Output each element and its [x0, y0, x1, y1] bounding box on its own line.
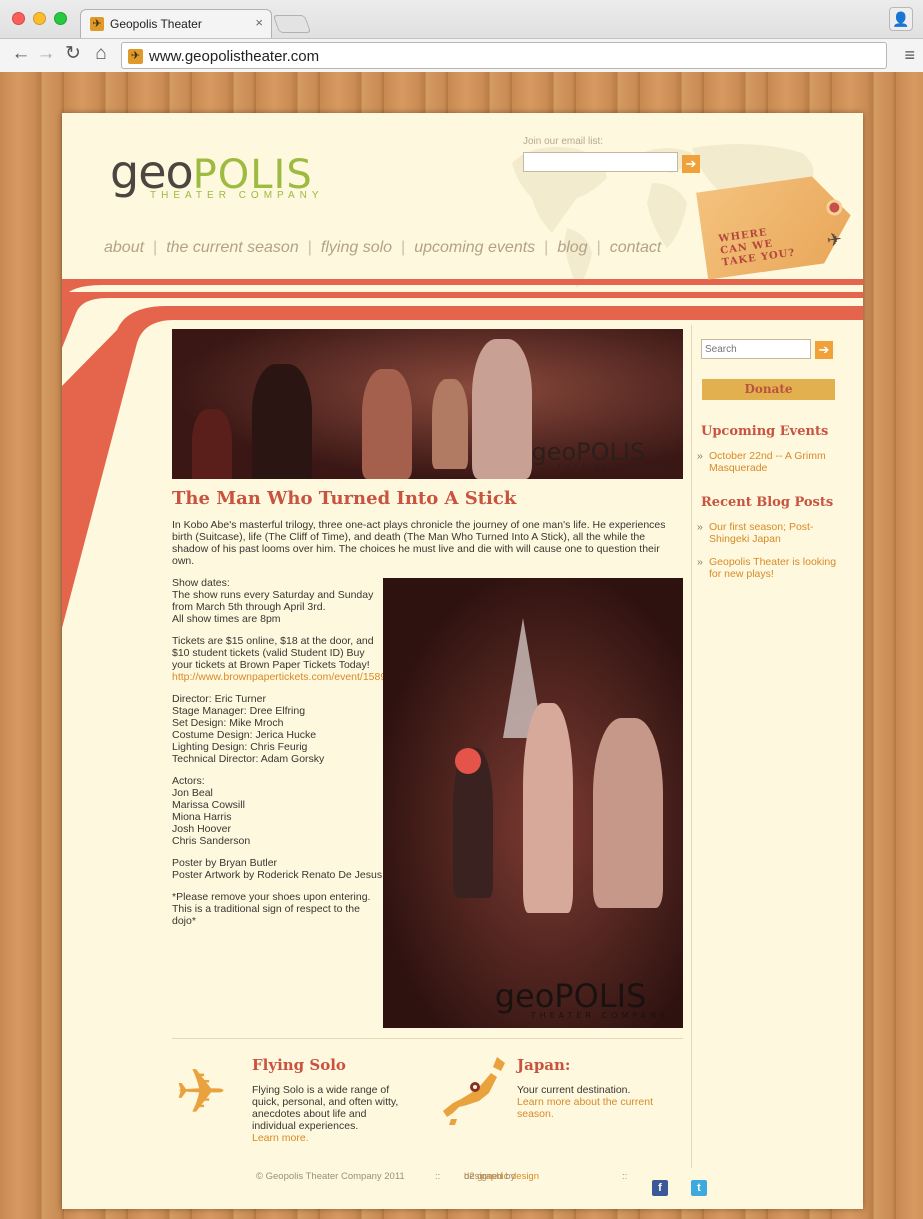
show-dates: Show dates: The show runs every Saturday…	[172, 577, 374, 625]
upcoming-events-heading: Upcoming Events	[701, 424, 829, 439]
nav-item-about[interactable]: about	[104, 239, 144, 257]
japan-map-icon	[443, 1057, 505, 1125]
back-icon[interactable]: ←	[10, 43, 32, 65]
tab-close-icon[interactable]: ×	[255, 15, 263, 30]
zoom-window-button[interactable]	[54, 12, 67, 25]
show-poster-photo: geoPOLIS THEATER COMPANY	[383, 578, 683, 1028]
email-submit-button[interactable]: ➔	[682, 155, 700, 173]
page-container: geoPOLIS THEATER COMPANY Join our email …	[62, 113, 863, 1209]
new-tab-button[interactable]	[272, 15, 312, 33]
poster-credits: Poster by Bryan Butler Poster Artwork by…	[172, 857, 383, 881]
recent-blog-posts-heading: Recent Blog Posts	[701, 495, 834, 510]
nav-separator: |	[596, 239, 601, 256]
designed-by-text: designed by b2 graphic design	[464, 1171, 539, 1182]
japan-title[interactable]: Japan:	[517, 1056, 570, 1074]
browser-tab[interactable]: ✈ Geopolis Theater ×	[80, 9, 272, 38]
crew-list: Director: Eric Turner Stage Manager: Dre…	[172, 693, 325, 765]
reload-icon[interactable]: ↻	[62, 43, 84, 65]
twitter-icon[interactable]: t	[691, 1180, 707, 1196]
nav-separator: |	[153, 239, 158, 256]
forward-icon[interactable]: →	[35, 43, 57, 65]
poster-watermark: geoPOLIS THEATER COMPANY	[494, 977, 669, 1020]
actors-list: Actors: Jon Beal Marissa Cowsill Miona H…	[172, 775, 251, 847]
donate-button[interactable]: Donate	[702, 379, 835, 400]
where-can-we-take-you-tag[interactable]: WHERE CAN WE TAKE YOU? ✈	[695, 160, 863, 299]
nav-separator: |	[401, 239, 406, 256]
flying-solo-title[interactable]: Flying Solo	[252, 1056, 346, 1074]
minimize-window-button[interactable]	[33, 12, 46, 25]
copyright-text: © Geopolis Theater Company 2011	[256, 1171, 405, 1182]
url-text[interactable]: www.geopolistheater.com	[149, 48, 319, 65]
ticket-info: Tickets are $15 online, $18 at the door,…	[172, 635, 398, 683]
hero-photo: geoPOLIS THEATER COMPANY	[172, 329, 683, 479]
nav-separator: |	[307, 239, 312, 256]
flying-solo-text: Flying Solo is a wide range of quick, pe…	[252, 1084, 412, 1144]
shoes-note: *Please remove your shoes upon entering.…	[172, 891, 371, 927]
japan-text: Your current destination. Learn more abo…	[517, 1084, 677, 1120]
search-input[interactable]	[701, 339, 811, 359]
tab-title: Geopolis Theater	[110, 17, 202, 31]
nav-separator: |	[544, 239, 549, 256]
email-list-label: Join our email list:	[523, 136, 604, 147]
content-divider	[172, 1038, 683, 1039]
logo-subtitle: THEATER COMPANY	[150, 190, 324, 201]
close-window-button[interactable]	[12, 12, 25, 25]
event-link[interactable]: October 22nd -- A Grimm Masquerade	[697, 450, 837, 474]
main-nav: about | the current season | flying solo…	[104, 239, 661, 257]
show-intro: In Kobo Abe's masterful trilogy, three o…	[172, 519, 666, 567]
email-input[interactable]	[523, 152, 678, 172]
toolbar: ← → ↻ ⌂ ✈ www.geopolistheater.com ≡	[0, 38, 923, 72]
tickets-link[interactable]: http://www.brownpapertickets.com/event/1…	[172, 671, 398, 683]
flying-solo-learn-more-link[interactable]: Learn more.	[252, 1132, 412, 1144]
show-details: Show dates: The show runs every Saturday…	[172, 577, 398, 937]
favicon-icon: ✈	[90, 17, 104, 31]
airplane-icon: ✈	[175, 1058, 227, 1127]
menu-icon[interactable]: ≡	[904, 45, 915, 66]
browser-chrome: ✈ Geopolis Theater × 👤 ← → ↻ ⌂ ✈ www.geo…	[0, 0, 923, 72]
site-logo[interactable]: geoPOLIS THEATER COMPANY	[110, 145, 319, 201]
search-submit-button[interactable]: ➔	[815, 341, 833, 359]
blog-post-link[interactable]: Geopolis Theater is looking for new play…	[697, 556, 837, 580]
upcoming-events-list: October 22nd -- A Grimm Masquerade	[697, 450, 837, 485]
airplane-icon: ✈	[825, 228, 844, 251]
user-icon[interactable]: 👤	[889, 7, 913, 31]
japan-learn-more-link[interactable]: Learn more about the current season.	[517, 1096, 677, 1120]
window-controls	[12, 12, 67, 25]
sidebar-divider	[691, 325, 692, 1168]
home-icon[interactable]: ⌂	[90, 43, 112, 65]
nav-item-upcoming-events[interactable]: upcoming events	[414, 239, 535, 257]
nav-item-contact[interactable]: contact	[610, 239, 662, 257]
hero-watermark: geoPOLIS THEATER COMPANY	[531, 438, 671, 471]
nav-item-current-season[interactable]: the current season	[166, 239, 299, 257]
footer-separator: ::	[435, 1171, 441, 1182]
nav-item-flying-solo[interactable]: flying solo	[321, 239, 392, 257]
facebook-icon[interactable]: f	[652, 1180, 668, 1196]
nav-item-blog[interactable]: blog	[557, 239, 587, 257]
address-bar[interactable]: ✈ www.geopolistheater.com	[121, 42, 887, 69]
show-title: The Man Who Turned Into A Stick	[172, 488, 517, 509]
footer-separator: ::	[622, 1171, 628, 1182]
site-favicon-icon: ✈	[128, 49, 143, 64]
blog-post-link[interactable]: Our first season; Post-Shingeki Japan	[697, 521, 837, 545]
blog-posts-list: Our first season; Post-Shingeki Japan Ge…	[697, 521, 837, 591]
